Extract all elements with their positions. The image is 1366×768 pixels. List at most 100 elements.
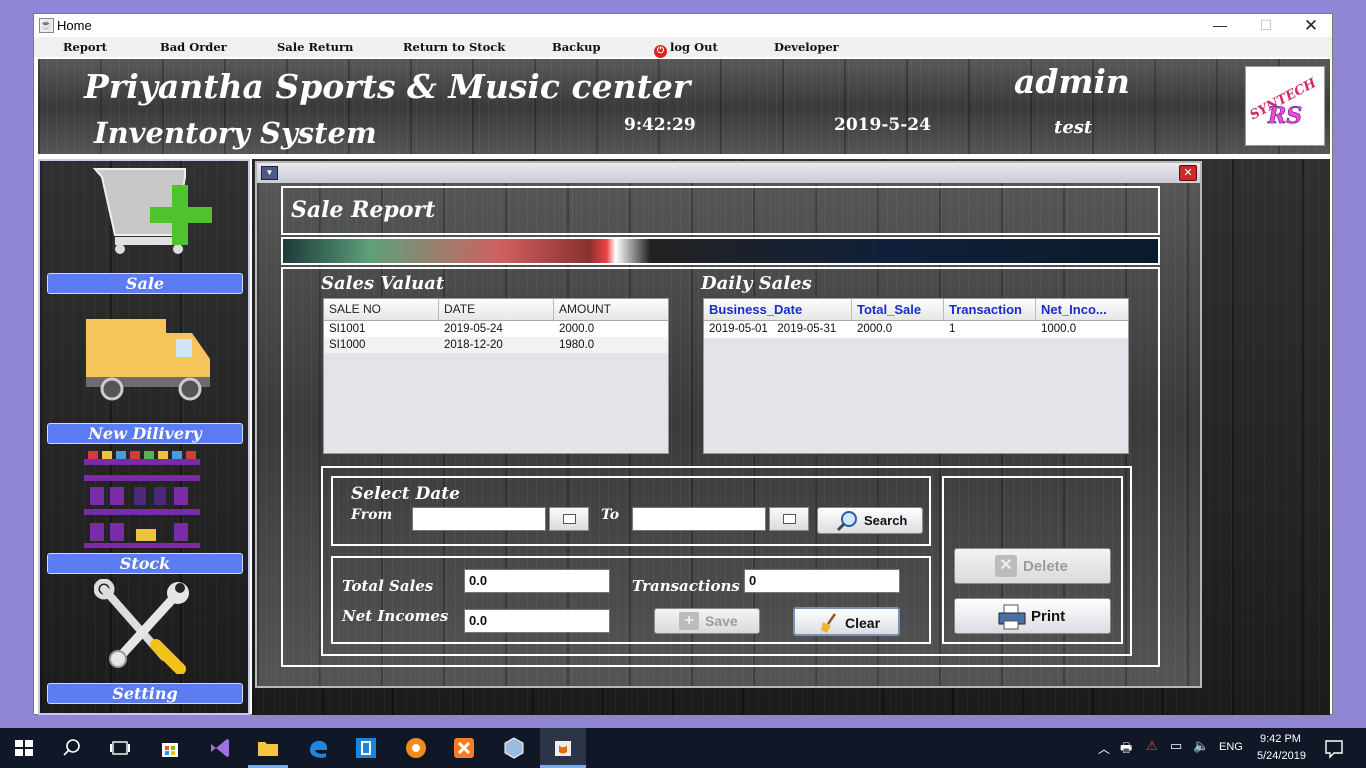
clock-time[interactable]: 9:42 PM bbox=[1260, 733, 1301, 745]
search-icon[interactable] bbox=[60, 736, 84, 760]
to-date-field[interactable] bbox=[632, 507, 766, 531]
windows-start-icon[interactable] bbox=[12, 736, 36, 760]
menu-bar: Report Bad Order Sale Return Return to S… bbox=[34, 37, 1332, 58]
broom-icon bbox=[821, 613, 837, 633]
shelf-icon[interactable] bbox=[80, 449, 205, 554]
delete-button[interactable]: ✕ Delete bbox=[954, 548, 1111, 584]
menu-return-to-stock[interactable]: Return to Stock bbox=[403, 40, 505, 54]
table-row[interactable]: SI1001 2019-05-24 2000.0 bbox=[324, 321, 668, 337]
table-row[interactable]: SI1000 2018-12-20 1980.0 bbox=[324, 337, 668, 353]
col-total-sale[interactable]: Total_Sale bbox=[852, 299, 944, 320]
save-plus-icon: + bbox=[679, 612, 699, 630]
print-button-label: Print bbox=[1031, 608, 1066, 625]
menu-log-out-label: log Out bbox=[670, 40, 718, 54]
select-date-title: Select Date bbox=[351, 484, 460, 504]
col-date[interactable]: DATE bbox=[439, 299, 554, 320]
sale-report-frame: ▼ ✕ Sale Report Sales Valuat Daily Sales… bbox=[255, 161, 1202, 688]
total-sales-label: Total Sales bbox=[342, 577, 434, 595]
menu-bad-order[interactable]: Bad Order bbox=[160, 40, 227, 54]
transactions-field[interactable]: 0 bbox=[744, 569, 900, 593]
menu-backup[interactable]: Backup bbox=[552, 40, 601, 54]
cell-amount: 2000.0 bbox=[559, 323, 595, 335]
sales-table[interactable]: SALE NO DATE AMOUNT SI1001 2019-05-24 20… bbox=[323, 298, 669, 454]
from-calendar-button[interactable] bbox=[549, 507, 589, 531]
power-icon: ⏻ bbox=[654, 45, 667, 58]
sidebar-item-new-dilivery[interactable]: New Dilivery bbox=[47, 423, 243, 444]
col-transaction[interactable]: Transaction bbox=[944, 299, 1036, 320]
volume-icon[interactable]: 🔈 bbox=[1193, 738, 1209, 754]
daily-sales-table[interactable]: Business_Date Total_Sale Transaction Net… bbox=[703, 298, 1129, 454]
total-sales-field[interactable]: 0.0 bbox=[464, 569, 610, 593]
java-icon[interactable] bbox=[551, 736, 575, 760]
clear-button[interactable]: Clear bbox=[793, 607, 900, 636]
col-amount[interactable]: AMOUNT bbox=[554, 299, 669, 320]
report-title-panel: Sale Report bbox=[281, 186, 1160, 235]
menu-report[interactable]: Report bbox=[63, 40, 107, 54]
report-main-panel: Sales Valuat Daily Sales SALE NO DATE AM… bbox=[281, 267, 1160, 667]
minimize-button[interactable]: — bbox=[1197, 14, 1243, 37]
cell-date: 2018-12-20 bbox=[444, 339, 503, 351]
sidebar-item-setting[interactable]: Setting bbox=[47, 683, 243, 704]
uc-browser-icon[interactable] bbox=[404, 736, 428, 760]
to-calendar-button[interactable] bbox=[769, 507, 809, 531]
select-date-panel: Select Date From To Search bbox=[331, 476, 931, 546]
cell-sale-no: SI1001 bbox=[329, 323, 366, 335]
daily-sales-title: Daily Sales bbox=[701, 273, 812, 294]
save-button[interactable]: + Save bbox=[654, 608, 760, 634]
sales-table-header: SALE NO DATE AMOUNT bbox=[324, 299, 668, 321]
menu-sale-return[interactable]: Sale Return bbox=[277, 40, 353, 54]
controls-panel: Select Date From To Search Total Sales 0… bbox=[321, 466, 1132, 656]
desktop-area: ▼ ✕ Sale Report Sales Valuat Daily Sales… bbox=[252, 159, 1330, 715]
sidebar-item-sale[interactable]: Sale bbox=[47, 273, 243, 294]
frame-close-button[interactable]: ✕ bbox=[1179, 165, 1197, 181]
sidebar-item-stock[interactable]: Stock bbox=[47, 553, 243, 574]
edge-icon[interactable] bbox=[306, 736, 330, 760]
col-net-income[interactable]: Net_Inco... bbox=[1036, 299, 1129, 320]
to-label: To bbox=[601, 507, 620, 523]
printer-icon bbox=[998, 604, 1026, 630]
xampp-icon[interactable] bbox=[452, 736, 476, 760]
virtualbox-icon[interactable] bbox=[502, 736, 526, 760]
language-indicator[interactable]: ENG bbox=[1219, 741, 1243, 753]
visual-studio-icon[interactable] bbox=[208, 736, 232, 760]
from-date-field[interactable] bbox=[412, 507, 546, 531]
tray-chevron-icon[interactable]: ︿ bbox=[1098, 740, 1110, 757]
network-icon[interactable]: ⚠ bbox=[1146, 738, 1158, 754]
logo-text-bottom: RS bbox=[1267, 103, 1302, 129]
report-title: Sale Report bbox=[291, 197, 436, 223]
store-icon[interactable] bbox=[158, 736, 182, 760]
windows-taskbar: ︿ 🖶 ⚠ ▭ 🔈 ENG 9:42 PM 5/24/2019 bbox=[0, 728, 1366, 768]
net-incomes-field[interactable]: 0.0 bbox=[464, 609, 610, 633]
maximize-button[interactable]: ☐ bbox=[1243, 14, 1289, 37]
notifications-icon[interactable] bbox=[1322, 736, 1346, 760]
menu-developer[interactable]: Developer bbox=[774, 40, 839, 54]
col-business-date[interactable]: Business_Date bbox=[704, 299, 852, 320]
cart-add-icon[interactable] bbox=[90, 165, 220, 260]
user-name: admin bbox=[1014, 62, 1130, 101]
task-view-icon[interactable] bbox=[108, 736, 132, 760]
print-button[interactable]: Print bbox=[954, 598, 1111, 634]
transactions-label: Transactions bbox=[632, 577, 740, 595]
title-bar: ☕ Home — ☐ ✕ bbox=[34, 14, 1332, 37]
delete-button-label: Delete bbox=[1023, 558, 1069, 575]
totals-panel: Total Sales 0.0 Net Incomes 0.0 Transact… bbox=[331, 556, 931, 644]
col-sale-no[interactable]: SALE NO bbox=[324, 299, 439, 320]
banner-strip bbox=[281, 237, 1160, 265]
system-name: Inventory System bbox=[94, 116, 377, 150]
printer-tray-icon[interactable]: 🖶 bbox=[1120, 739, 1132, 761]
tools-icon[interactable] bbox=[93, 578, 194, 679]
file-explorer-icon[interactable] bbox=[256, 736, 280, 760]
delivery-truck-icon[interactable] bbox=[82, 311, 217, 411]
search-button-label: Search bbox=[864, 513, 908, 528]
battery-icon[interactable]: ▭ bbox=[1170, 738, 1182, 754]
frame-menu-icon[interactable]: ▼ bbox=[261, 166, 278, 180]
search-button[interactable]: Search bbox=[817, 507, 923, 534]
clock-date[interactable]: 5/24/2019 bbox=[1257, 750, 1306, 762]
app-icon[interactable] bbox=[354, 736, 378, 760]
close-window-button[interactable]: ✕ bbox=[1288, 14, 1334, 37]
menu-log-out[interactable]: ⏻ log Out bbox=[654, 40, 718, 58]
table-row[interactable]: 2019-05-01 2019-05-31 2000.0 1 1000.0 bbox=[704, 321, 1128, 338]
clock-time: 9:42:29 bbox=[624, 115, 696, 135]
calendar-icon bbox=[563, 514, 576, 524]
current-date: 2019-5-24 bbox=[834, 115, 931, 135]
